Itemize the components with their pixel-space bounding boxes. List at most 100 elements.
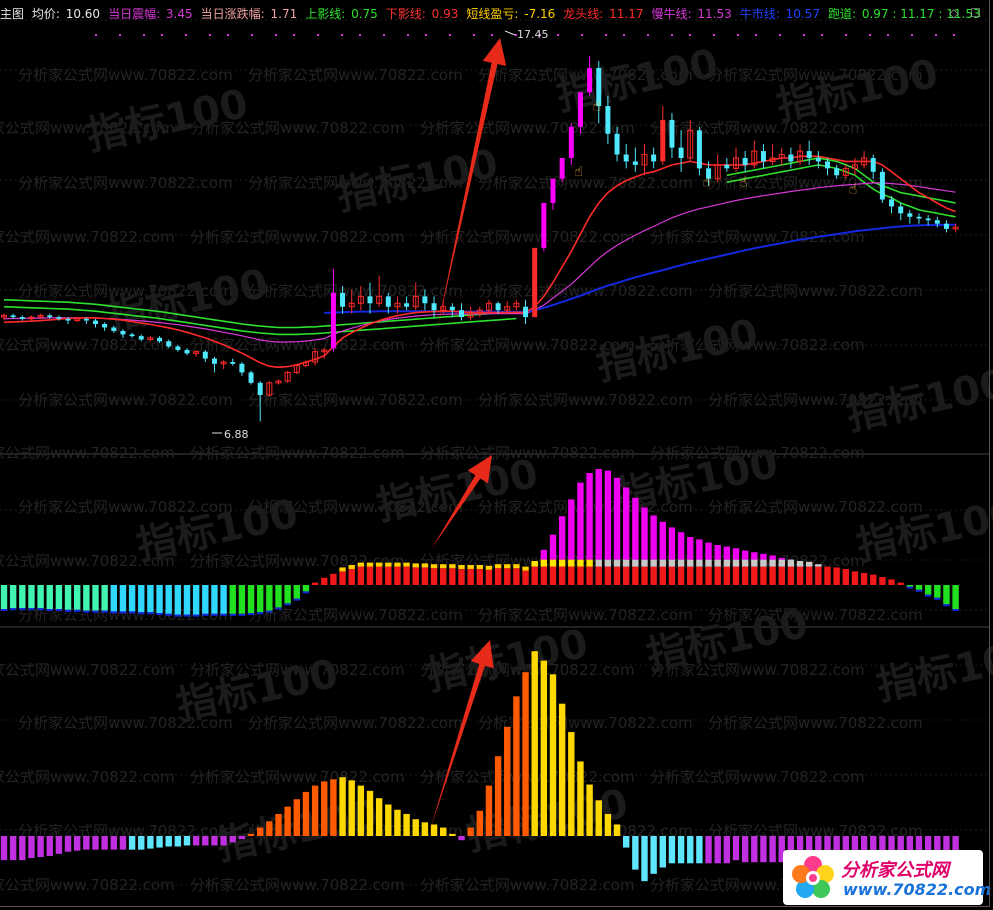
indicator1-bar <box>293 585 300 599</box>
indicator1-bar <box>385 566 392 585</box>
indicator1-bar <box>760 566 767 585</box>
indicator1-bar <box>870 574 877 585</box>
indicator2-bar <box>19 836 26 861</box>
high-price-label: 17.45 <box>517 28 549 41</box>
indicator1-bar <box>934 585 941 598</box>
indicator2-bar <box>174 836 182 847</box>
signal-dot <box>671 34 673 36</box>
watermark-text: 分析家公式网www.70822.com <box>650 768 865 786</box>
watermark-logo-text: 指标100 <box>553 41 722 120</box>
candle-body <box>907 213 913 217</box>
indicator2-bar <box>604 813 612 836</box>
indicator1-bar <box>174 585 182 615</box>
indicator1-bar <box>687 559 694 567</box>
indicator1-bar-tip <box>247 613 255 615</box>
indicator1-bar <box>375 566 383 585</box>
indicator1-bar <box>815 564 822 567</box>
signal-dot <box>803 34 805 36</box>
indicator2-bar <box>74 836 81 851</box>
indicator1-bar <box>202 585 209 614</box>
indicator2-bar <box>504 726 511 836</box>
signal-dot <box>689 34 691 36</box>
indicator1-bar <box>760 553 767 560</box>
indicator2-bar <box>558 703 566 836</box>
indicator1-bar <box>0 585 8 609</box>
indicator1-bar-tip <box>284 603 291 606</box>
indicator1-bar <box>632 497 639 560</box>
watermark-text: 分析家公式网www.70822.com <box>708 498 923 516</box>
indicator1-bar <box>284 585 291 604</box>
indicator2-bar <box>568 732 575 836</box>
indicator1-bar <box>833 567 840 585</box>
header-item-label: 跑道: <box>827 7 860 21</box>
low-price-label: 6.88 <box>224 428 249 441</box>
indicator1-bar <box>458 565 465 569</box>
header-item: 慢牛线: 11.53 <box>652 7 736 21</box>
header-item-value: 10.57 <box>785 7 820 21</box>
watermark-text: 分析家公式网www.70822.com <box>478 606 693 624</box>
indicator1-bar <box>257 585 264 613</box>
indicator1-bar <box>687 537 694 560</box>
indicator1-bar <box>403 562 410 567</box>
indicator2-bar <box>467 827 474 836</box>
indicator1-bar <box>540 559 548 567</box>
indicator1-bar <box>385 562 392 567</box>
candle-body <box>385 296 391 307</box>
indicator2-bar <box>128 836 136 850</box>
signal-dot <box>317 34 319 36</box>
indicator2-bar <box>64 836 72 852</box>
indicator1-bar <box>650 566 657 585</box>
indicator1-bar <box>558 566 566 585</box>
indicator1-bar-tip <box>943 604 950 607</box>
signal-dot <box>341 34 343 36</box>
indicator1-bar <box>558 559 566 567</box>
header-item-label: 牛市线: <box>739 7 784 21</box>
indicator1-bar <box>440 568 447 585</box>
candle-body <box>879 171 885 200</box>
hand-pointer-icon: ☝ <box>739 174 748 190</box>
watermark-text: 分析家公式网www.70822.com <box>248 714 463 732</box>
indicator1-bar <box>46 585 53 609</box>
indicator1-bar <box>128 585 136 612</box>
signal-dot <box>407 34 409 36</box>
indicator2-bar <box>394 809 401 836</box>
indicator1-bar <box>540 549 548 560</box>
watermark-text: 分析家公式网www.70822.com <box>420 876 635 894</box>
signal-dot <box>581 34 583 36</box>
maximize-icon[interactable]: ☐ <box>970 6 981 20</box>
indicator1-bar-tip <box>9 608 17 611</box>
watermark-text: 分析家公式网www.70822.com <box>190 768 405 786</box>
indicator1-bar <box>165 585 172 614</box>
candle-body <box>47 315 53 318</box>
indicator1-bar <box>192 585 200 615</box>
signal-dot <box>821 34 823 36</box>
candle-body <box>495 303 501 311</box>
hand-pointer-icon: ☝ <box>574 164 583 180</box>
indicator1-bar <box>531 561 538 567</box>
indicator1-bar <box>458 569 465 585</box>
diamond-icon[interactable]: ◇ <box>949 6 958 20</box>
candle-body <box>184 349 190 354</box>
indicator1-bar <box>494 568 502 585</box>
logo-title: 分析家公式网 <box>841 860 949 881</box>
signal-dot <box>425 34 427 36</box>
indicator1-bar-tip <box>934 597 941 600</box>
indicator1-bar <box>568 559 575 567</box>
indicator1-bar <box>677 559 685 567</box>
indicator2-bar <box>586 784 593 836</box>
watermark-text: 分析家公式网www.70822.com <box>0 768 175 786</box>
candle-body <box>65 318 71 321</box>
indicator2-bar <box>156 836 163 848</box>
candle-body <box>724 164 730 169</box>
candle-body <box>10 315 16 318</box>
indicator1-bar-tip <box>192 614 200 617</box>
indicator1-bar <box>531 566 538 585</box>
indicator2-bar <box>385 804 392 836</box>
candle-body <box>742 157 748 165</box>
candle-body <box>632 161 638 165</box>
signal-dot <box>275 34 277 36</box>
header-item-label: 短线盈亏: <box>466 7 523 21</box>
candle-body <box>422 296 428 304</box>
header-item-value: 0.93 <box>431 7 459 21</box>
indicator1-bar <box>641 507 648 560</box>
